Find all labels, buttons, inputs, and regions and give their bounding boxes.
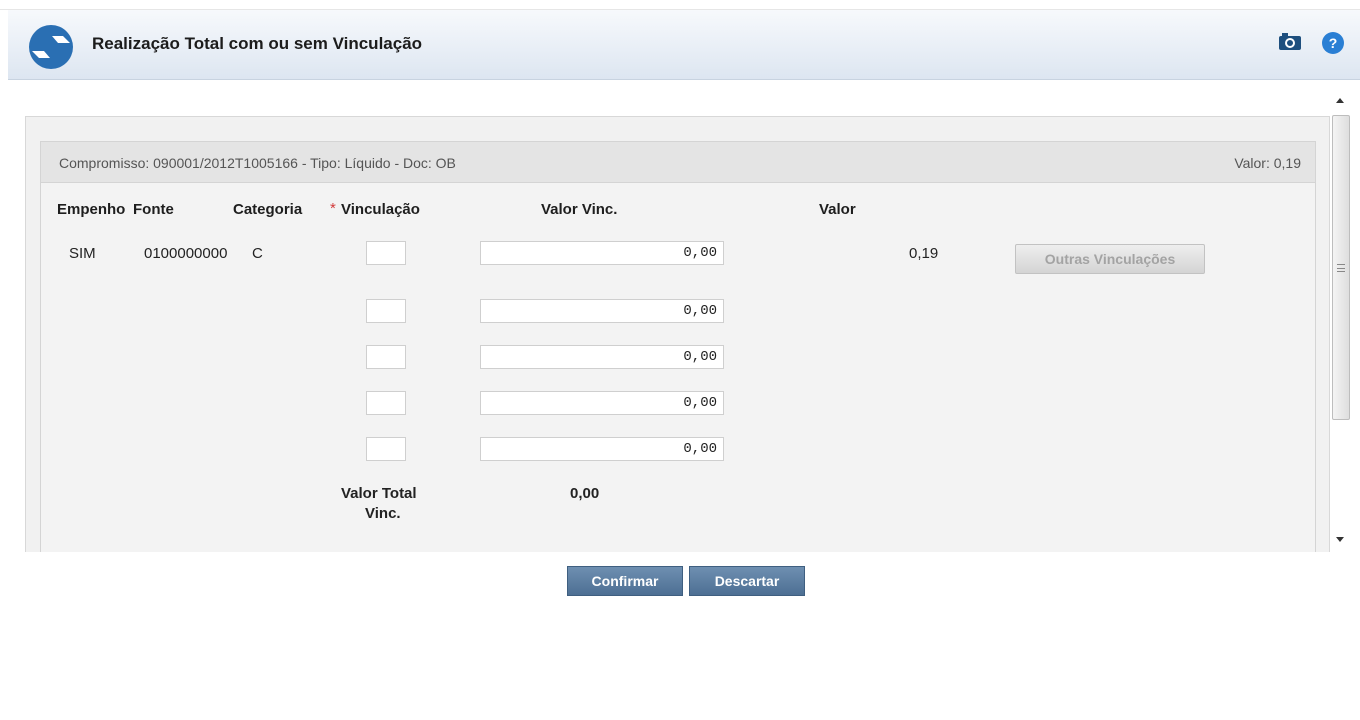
help-icon[interactable]: ? [1322,32,1344,54]
scroll-down-arrow-icon[interactable] [1336,537,1344,542]
grip-icon [1337,264,1345,272]
scroll-up-arrow-icon[interactable] [1336,98,1344,103]
valor-vinc-input-1[interactable] [480,241,724,265]
confirm-button[interactable]: Confirmar [567,566,683,596]
title-bar: Realização Total com ou sem Vinculação ? [8,10,1360,80]
fonte-value: 0100000000 [144,245,228,262]
vinculacao-input-3[interactable] [366,345,406,369]
scrollbar-thumb[interactable] [1332,115,1350,420]
valor-vinc-input-5[interactable] [480,437,724,461]
valor-vinc-input-2[interactable] [480,299,724,323]
col-empenho: Empenho [57,201,126,218]
discard-button[interactable]: Descartar [689,566,805,596]
valor-vinc-input-4[interactable] [480,391,724,415]
camera-icon[interactable] [1278,32,1302,52]
scroll-area: Compromisso: 090001/2012T1005166 - Tipo:… [25,88,1355,552]
col-valor: Valor [819,201,856,218]
col-fonte: Fonte [133,201,174,218]
valor-total-info: Valor: 0,19 [1234,155,1301,171]
col-vinculacao: Vinculação [341,201,420,218]
categoria-value: C [252,245,263,262]
panel-body: Empenho Fonte Categoria * Vinculação Val… [40,183,1316,552]
empenho-value: SIM [69,245,96,262]
outras-vinculacoes-button[interactable]: Outras Vinculações [1015,244,1205,274]
total-label-line2: Vinc. [365,505,401,522]
valor-value: 0,19 [909,245,939,262]
compromisso-panel: Compromisso: 090001/2012T1005166 - Tipo:… [25,116,1330,552]
window-title: Realização Total com ou sem Vinculação [92,34,423,53]
vinculacao-input-4[interactable] [366,391,406,415]
siafi-logo-icon [29,25,73,69]
valor-vinc-input-3[interactable] [480,345,724,369]
total-label-line1: Valor Total [341,485,417,502]
total-value: 0,00 [570,485,600,502]
left-edge [0,80,8,720]
panel-header: Compromisso: 090001/2012T1005166 - Tipo:… [40,141,1316,183]
help-glyph: ? [1328,35,1338,51]
vinculacao-input-2[interactable] [366,299,406,323]
col-valor-vinc: Valor Vinc. [541,201,618,218]
top-strip [0,0,1360,10]
required-mark: * [330,200,336,217]
vinculacao-input-5[interactable] [366,437,406,461]
col-categoria: Categoria [233,201,303,218]
compromisso-info: Compromisso: 090001/2012T1005166 - Tipo:… [59,155,456,171]
vinculacao-input-1[interactable] [366,241,406,265]
